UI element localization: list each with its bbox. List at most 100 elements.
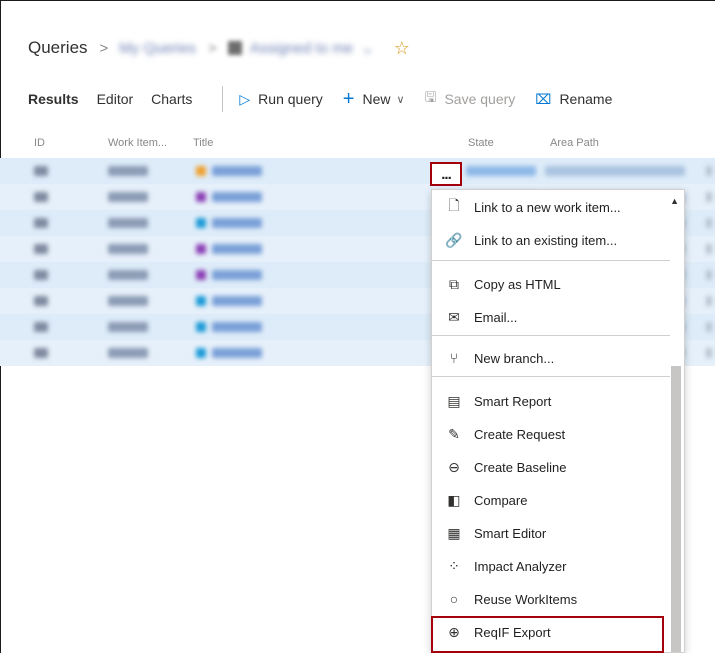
breadcrumb-query[interactable]: Assigned to me xyxy=(250,40,353,57)
work-item-type-icon xyxy=(196,244,206,254)
scrollbar-thumb[interactable] xyxy=(671,366,681,652)
menu-item-reuse[interactable]: ○ Reuse WorkItems xyxy=(432,585,670,613)
cell-area-path xyxy=(545,166,685,176)
work-item-type-icon xyxy=(196,348,206,358)
menu-item-compare[interactable]: ◧ Compare xyxy=(432,486,670,514)
edit-request-icon: ✎ xyxy=(448,425,460,442)
cell-work-item-type xyxy=(108,218,148,228)
cell-work-item-type xyxy=(108,348,148,358)
work-item-type-icon xyxy=(196,218,206,228)
menu-item-link[interactable]: 🔗 Link to an existing item... xyxy=(432,226,670,254)
menu-item-label: Create Request xyxy=(474,426,566,442)
cell-id xyxy=(34,192,48,202)
run-query-button[interactable]: ▷ Run query xyxy=(239,91,322,108)
cell-id xyxy=(34,218,48,228)
plus-icon: + xyxy=(342,87,355,110)
cell-overflow xyxy=(706,192,712,202)
save-icon: 🖫 xyxy=(424,89,437,105)
menu-item-label: Email... xyxy=(474,309,518,325)
menu-item-label: Impact Analyzer xyxy=(474,558,567,574)
save-query-label: Save query xyxy=(444,91,516,107)
play-icon: ▷ xyxy=(239,90,251,107)
menu-item-smart-editor[interactable]: ▦ Smart Editor xyxy=(432,519,670,547)
chevron-down-icon: ∨ xyxy=(396,93,405,106)
cell-work-item-type xyxy=(108,296,148,306)
work-item-type-icon xyxy=(196,322,206,332)
cell-overflow xyxy=(706,244,712,254)
tab-charts[interactable]: Charts xyxy=(151,91,192,107)
menu-item-label: Smart Report xyxy=(474,393,552,409)
chevron-down-icon[interactable]: ⌄ xyxy=(361,39,374,57)
menu-item-label: New branch... xyxy=(474,350,555,366)
new-button[interactable]: + New ∨ xyxy=(343,88,405,111)
cell-title xyxy=(212,270,262,280)
cell-work-item-type xyxy=(108,244,148,254)
cell-title xyxy=(212,218,262,228)
cell-overflow xyxy=(706,296,712,306)
run-query-label: Run query xyxy=(258,91,323,107)
cell-title xyxy=(212,166,262,176)
new-label: New xyxy=(362,91,391,107)
column-header-work-item-type[interactable]: Work Item... xyxy=(108,137,167,149)
column-header-title[interactable]: Title xyxy=(193,137,213,149)
tab-editor[interactable]: Editor xyxy=(97,91,134,107)
cell-work-item-type xyxy=(108,270,148,280)
chevron-right-icon: > xyxy=(207,39,217,57)
breadcrumb-folder[interactable]: My Queries xyxy=(119,40,196,57)
column-header-id[interactable]: ID xyxy=(34,137,45,149)
scroll-up-icon[interactable]: ▲ xyxy=(670,196,679,206)
cell-state xyxy=(466,166,536,176)
menu-item-label: Create Baseline xyxy=(474,459,567,475)
query-icon xyxy=(227,41,242,55)
branch-icon: ⑂ xyxy=(449,350,459,366)
menu-item-label: Copy as HTML xyxy=(474,276,561,292)
tab-results[interactable]: Results xyxy=(28,91,79,107)
work-item-type-icon xyxy=(196,192,206,202)
menu-item-label: Link to a new work item... xyxy=(474,199,621,215)
cell-id xyxy=(34,166,48,176)
save-query-button[interactable]: 🖫 Save query xyxy=(425,87,516,111)
cell-title xyxy=(212,244,262,254)
compare-icon: ◧ xyxy=(447,491,461,508)
cell-id xyxy=(34,244,48,254)
menu-item-edit-request[interactable]: ✎ Create Request xyxy=(432,420,670,448)
cell-overflow xyxy=(706,348,712,358)
menu-item-impact-analyzer[interactable]: ⁘ Impact Analyzer xyxy=(432,552,670,580)
rename-button[interactable]: ⌧ Rename xyxy=(535,91,612,108)
reqif-export-highlight xyxy=(431,616,664,653)
column-header-state[interactable]: State xyxy=(468,137,494,149)
cell-title xyxy=(212,348,262,358)
cell-id xyxy=(34,270,48,280)
menu-separator xyxy=(432,376,670,377)
work-item-type-icon xyxy=(196,296,206,306)
column-header-area-path[interactable]: Area Path xyxy=(550,137,599,149)
more-actions-button[interactable]: ... xyxy=(430,162,462,186)
cell-work-item-type xyxy=(108,166,148,176)
menu-item-copy[interactable]: ⧉ Copy as HTML xyxy=(432,270,670,298)
menu-item-mail[interactable]: ✉ Email... xyxy=(432,303,670,331)
menu-item-label: Link to an existing item... xyxy=(474,232,618,248)
menu-scrollbar[interactable]: ▲ xyxy=(670,190,683,652)
copy-icon: ⧉ xyxy=(449,275,459,292)
menu-item-smart-report[interactable]: ▤ Smart Report xyxy=(432,387,670,415)
menu-item-branch[interactable]: ⑂ New branch... xyxy=(432,344,670,372)
cell-title xyxy=(212,192,262,202)
rename-label: Rename xyxy=(559,91,613,107)
link-new-icon: 🗋 xyxy=(448,197,460,213)
cell-overflow xyxy=(706,322,712,332)
work-item-type-icon xyxy=(196,270,206,280)
breadcrumb-queries[interactable]: Queries xyxy=(28,38,88,58)
cell-id xyxy=(34,322,48,332)
menu-item-link-new[interactable]: 🗋 Link to a new work item... xyxy=(432,193,670,221)
favorite-star-icon[interactable]: ☆ xyxy=(394,38,410,59)
table-row[interactable] xyxy=(0,158,715,184)
toolbar-divider xyxy=(222,86,224,112)
menu-item-label: Smart Editor xyxy=(474,525,547,541)
reuse-icon: ○ xyxy=(449,591,459,607)
menu-item-baseline[interactable]: ⊖ Create Baseline xyxy=(432,453,670,481)
smart-report-icon: ▤ xyxy=(447,392,461,409)
cell-overflow xyxy=(706,166,712,176)
cell-title xyxy=(212,296,262,306)
mail-icon: ✉ xyxy=(448,308,460,325)
breadcrumb: Queries > My Queries > Assigned to me ⌄ … xyxy=(28,36,410,60)
